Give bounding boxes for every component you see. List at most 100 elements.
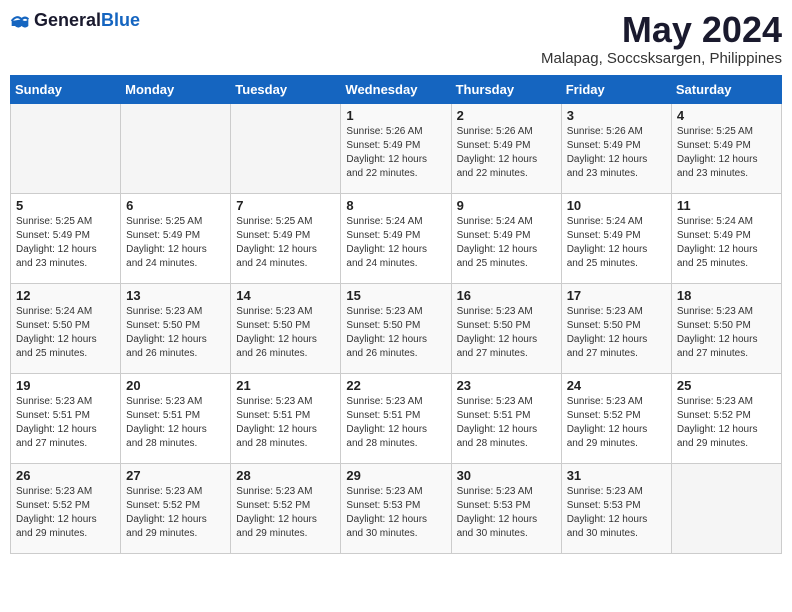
day-info: Sunrise: 5:23 AM Sunset: 5:52 PM Dayligh… xyxy=(16,485,115,541)
day-info: Sunrise: 5:24 AM Sunset: 5:50 PM Dayligh… xyxy=(16,305,115,361)
title-block: May 2024 Malapag, Soccsksargen, Philippi… xyxy=(541,10,782,67)
header-cell-friday: Friday xyxy=(561,75,671,103)
week-row-5: 26 Sunrise: 5:23 AM Sunset: 5:52 PM Dayli… xyxy=(11,463,782,553)
day-info: Sunrise: 5:25 AM Sunset: 5:49 PM Dayligh… xyxy=(677,125,776,181)
day-info: Sunrise: 5:23 AM Sunset: 5:52 PM Dayligh… xyxy=(567,395,666,451)
day-info: Sunrise: 5:23 AM Sunset: 5:51 PM Dayligh… xyxy=(346,395,445,451)
day-number: 2 xyxy=(457,108,556,123)
day-cell: 4 Sunrise: 5:25 AM Sunset: 5:49 PM Daylig… xyxy=(671,103,781,193)
day-info: Sunrise: 5:23 AM Sunset: 5:51 PM Dayligh… xyxy=(236,395,335,451)
calendar-table: SundayMondayTuesdayWednesdayThursdayFrid… xyxy=(10,75,782,554)
day-cell: 11 Sunrise: 5:24 AM Sunset: 5:49 PM Dayli… xyxy=(671,193,781,283)
day-cell: 27 Sunrise: 5:23 AM Sunset: 5:52 PM Dayli… xyxy=(121,463,231,553)
page-header: GeneralBlue May 2024 Malapag, Soccsksarg… xyxy=(10,10,782,67)
logo: GeneralBlue xyxy=(10,10,140,31)
day-cell: 28Sunrise: 5:23 AM Sunset: 5:52 PM Dayli… xyxy=(231,463,341,553)
day-info: Sunrise: 5:23 AM Sunset: 5:53 PM Dayligh… xyxy=(567,485,666,541)
day-cell: 5 Sunrise: 5:25 AM Sunset: 5:49 PM Daylig… xyxy=(11,193,121,283)
day-cell xyxy=(671,463,781,553)
day-cell: 2 Sunrise: 5:26 AM Sunset: 5:49 PM Daylig… xyxy=(451,103,561,193)
day-info: Sunrise: 5:25 AM Sunset: 5:49 PM Dayligh… xyxy=(16,215,115,271)
day-cell: 7Sunrise: 5:25 AM Sunset: 5:49 PM Daylig… xyxy=(231,193,341,283)
day-number: 12 xyxy=(16,288,115,303)
day-number: 8 xyxy=(346,198,445,213)
day-info: Sunrise: 5:26 AM Sunset: 5:49 PM Dayligh… xyxy=(457,125,556,181)
logo-icon xyxy=(10,11,30,31)
day-number: 28 xyxy=(236,468,335,483)
day-info: Sunrise: 5:25 AM Sunset: 5:49 PM Dayligh… xyxy=(236,215,335,271)
calendar-header-row: SundayMondayTuesdayWednesdayThursdayFrid… xyxy=(11,75,782,103)
day-number: 23 xyxy=(457,378,556,393)
week-row-2: 5 Sunrise: 5:25 AM Sunset: 5:49 PM Daylig… xyxy=(11,193,782,283)
location: Malapag, Soccsksargen, Philippines xyxy=(541,50,782,67)
month-year: May 2024 xyxy=(541,10,782,50)
day-cell: 17Sunrise: 5:23 AM Sunset: 5:50 PM Dayli… xyxy=(561,283,671,373)
day-number: 5 xyxy=(16,198,115,213)
day-cell: 22 Sunrise: 5:23 AM Sunset: 5:51 PM Dayli… xyxy=(341,373,451,463)
day-info: Sunrise: 5:26 AM Sunset: 5:49 PM Dayligh… xyxy=(567,125,666,181)
day-number: 24 xyxy=(567,378,666,393)
day-info: Sunrise: 5:26 AM Sunset: 5:49 PM Dayligh… xyxy=(346,125,445,181)
day-info: Sunrise: 5:23 AM Sunset: 5:50 PM Dayligh… xyxy=(567,305,666,361)
day-cell: 13 Sunrise: 5:23 AM Sunset: 5:50 PM Dayli… xyxy=(121,283,231,373)
day-cell: 30 Sunrise: 5:23 AM Sunset: 5:53 PM Dayli… xyxy=(451,463,561,553)
week-row-1: 1 Sunrise: 5:26 AM Sunset: 5:49 PM Daylig… xyxy=(11,103,782,193)
day-number: 4 xyxy=(677,108,776,123)
header-cell-monday: Monday xyxy=(121,75,231,103)
day-cell: 15Sunrise: 5:23 AM Sunset: 5:50 PM Dayli… xyxy=(341,283,451,373)
day-info: Sunrise: 5:23 AM Sunset: 5:53 PM Dayligh… xyxy=(457,485,556,541)
day-cell: 1 Sunrise: 5:26 AM Sunset: 5:49 PM Daylig… xyxy=(341,103,451,193)
day-info: Sunrise: 5:23 AM Sunset: 5:53 PM Dayligh… xyxy=(346,485,445,541)
day-cell: 20 Sunrise: 5:23 AM Sunset: 5:51 PM Dayli… xyxy=(121,373,231,463)
day-info: Sunrise: 5:23 AM Sunset: 5:50 PM Dayligh… xyxy=(457,305,556,361)
day-number: 9 xyxy=(457,198,556,213)
day-info: Sunrise: 5:23 AM Sunset: 5:50 PM Dayligh… xyxy=(126,305,225,361)
day-cell: 14Sunrise: 5:23 AM Sunset: 5:50 PM Dayli… xyxy=(231,283,341,373)
day-cell: 29Sunrise: 5:23 AM Sunset: 5:53 PM Dayli… xyxy=(341,463,451,553)
day-info: Sunrise: 5:23 AM Sunset: 5:51 PM Dayligh… xyxy=(126,395,225,451)
day-info: Sunrise: 5:24 AM Sunset: 5:49 PM Dayligh… xyxy=(457,215,556,271)
day-cell: 3 Sunrise: 5:26 AM Sunset: 5:49 PM Daylig… xyxy=(561,103,671,193)
day-info: Sunrise: 5:23 AM Sunset: 5:51 PM Dayligh… xyxy=(16,395,115,451)
day-info: Sunrise: 5:23 AM Sunset: 5:52 PM Dayligh… xyxy=(677,395,776,451)
header-cell-tuesday: Tuesday xyxy=(231,75,341,103)
day-number: 27 xyxy=(126,468,225,483)
logo-text-general: General xyxy=(34,10,101,30)
day-cell xyxy=(121,103,231,193)
day-info: Sunrise: 5:24 AM Sunset: 5:49 PM Dayligh… xyxy=(677,215,776,271)
day-number: 13 xyxy=(126,288,225,303)
day-number: 10 xyxy=(567,198,666,213)
day-info: Sunrise: 5:24 AM Sunset: 5:49 PM Dayligh… xyxy=(346,215,445,271)
day-number: 21 xyxy=(236,378,335,393)
logo-text-blue: Blue xyxy=(101,10,140,30)
day-info: Sunrise: 5:23 AM Sunset: 5:50 PM Dayligh… xyxy=(677,305,776,361)
day-cell: 31Sunrise: 5:23 AM Sunset: 5:53 PM Dayli… xyxy=(561,463,671,553)
day-cell: 10 Sunrise: 5:24 AM Sunset: 5:49 PM Dayli… xyxy=(561,193,671,283)
day-info: Sunrise: 5:23 AM Sunset: 5:52 PM Dayligh… xyxy=(126,485,225,541)
day-number: 15 xyxy=(346,288,445,303)
day-number: 18 xyxy=(677,288,776,303)
day-cell xyxy=(11,103,121,193)
day-cell: 8 Sunrise: 5:24 AM Sunset: 5:49 PM Daylig… xyxy=(341,193,451,283)
day-cell: 23 Sunrise: 5:23 AM Sunset: 5:51 PM Dayli… xyxy=(451,373,561,463)
day-cell: 21 Sunrise: 5:23 AM Sunset: 5:51 PM Dayli… xyxy=(231,373,341,463)
day-number: 22 xyxy=(346,378,445,393)
day-cell: 19 Sunrise: 5:23 AM Sunset: 5:51 PM Dayli… xyxy=(11,373,121,463)
day-cell: 16Sunrise: 5:23 AM Sunset: 5:50 PM Dayli… xyxy=(451,283,561,373)
day-cell: 12 Sunrise: 5:24 AM Sunset: 5:50 PM Dayli… xyxy=(11,283,121,373)
day-cell: 6Sunrise: 5:25 AM Sunset: 5:49 PM Daylig… xyxy=(121,193,231,283)
day-number: 30 xyxy=(457,468,556,483)
day-info: Sunrise: 5:24 AM Sunset: 5:49 PM Dayligh… xyxy=(567,215,666,271)
day-cell: 26 Sunrise: 5:23 AM Sunset: 5:52 PM Dayli… xyxy=(11,463,121,553)
day-number: 19 xyxy=(16,378,115,393)
header-cell-wednesday: Wednesday xyxy=(341,75,451,103)
day-number: 11 xyxy=(677,198,776,213)
day-number: 26 xyxy=(16,468,115,483)
day-info: Sunrise: 5:23 AM Sunset: 5:51 PM Dayligh… xyxy=(457,395,556,451)
header-cell-sunday: Sunday xyxy=(11,75,121,103)
day-cell: 24 Sunrise: 5:23 AM Sunset: 5:52 PM Dayli… xyxy=(561,373,671,463)
day-number: 3 xyxy=(567,108,666,123)
day-info: Sunrise: 5:23 AM Sunset: 5:50 PM Dayligh… xyxy=(236,305,335,361)
day-number: 1 xyxy=(346,108,445,123)
day-number: 20 xyxy=(126,378,225,393)
